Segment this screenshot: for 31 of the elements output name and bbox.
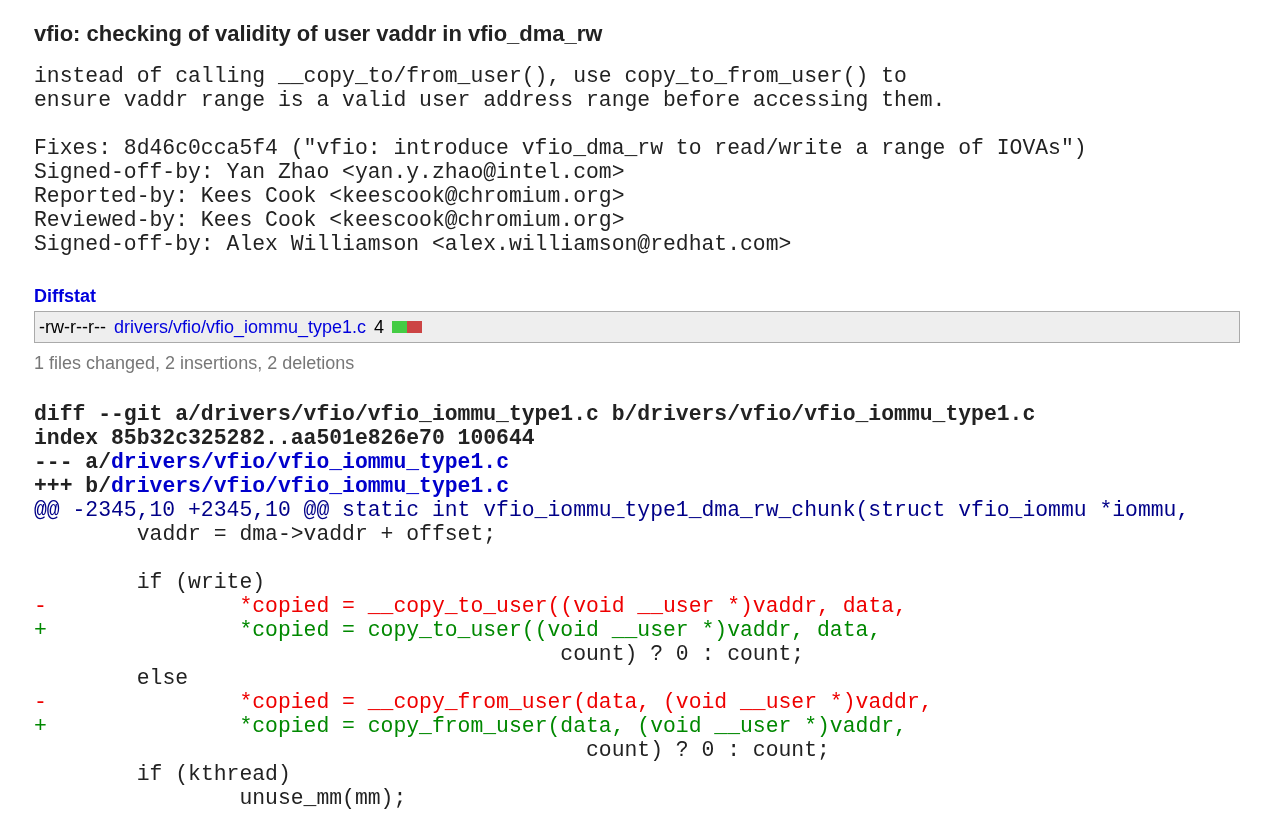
trailer-line: Fixes: 8d46c0cca5f4 ("vfio: introduce vfio_dma_rw to read/write a range of IOVAs") <box>34 136 1087 160</box>
context-line: else <box>135 666 189 690</box>
trailer-line: Reviewed-by: Kees Cook <keescook@chromium.org> <box>34 208 625 232</box>
change-count: 4 <box>374 316 385 338</box>
deleted-line: - *copied = __copy_from_user(data, (void __user *)vaddr, <box>34 690 933 714</box>
hunk-header: @@ -2345,10 +2345,10 @@ static int vfio_iommu_type1_dma_rw_chunk(struct vfio_iommu *iommu, <box>34 498 1190 522</box>
deleted-line: - *copied = __copy_to_user((void __user *)vaddr, data, <box>34 594 907 618</box>
context-line: if (write) <box>135 570 266 594</box>
context-line: vaddr = dma->vaddr + offset; <box>135 522 497 546</box>
trailer-line: Signed-off-by: Alex Williamson <alex.williamson@redhat.com> <box>34 232 792 256</box>
file-header-prefix: --- a/ <box>34 450 112 474</box>
added-line: + *copied = copy_from_user(data, (void __user *)vaddr, <box>34 714 907 738</box>
trailer-line: Signed-off-by: Yan Zhao <yan.y.zhao@intel.com> <box>34 160 625 184</box>
file-link[interactable]: drivers/vfio/vfio_iommu_type1.c <box>111 474 509 498</box>
diffstat-summary: 1 files changed, 2 insertions, 2 deletions <box>34 353 355 374</box>
file-link[interactable]: drivers/vfio/vfio_iommu_type1.c <box>113 316 367 338</box>
commit-title: vfio: checking of validity of user vaddr in vfio_dma_rw <box>34 20 604 48</box>
diff-header-line: index 85b32c325282..aa501e826e70 100644 <box>34 426 535 450</box>
trailer-line: Reported-by: Kees Cook <keescook@chromium.org> <box>34 184 625 208</box>
added-line: + *copied = copy_to_user((void __user *)vaddr, data, <box>34 618 882 642</box>
file-mode: -rw-r--r-- <box>39 316 106 338</box>
file-header-prefix: +++ b/ <box>34 474 112 498</box>
message-line: ensure vaddr range is a valid user address range before accessing them. <box>34 88 946 112</box>
file-link[interactable]: drivers/vfio/vfio_iommu_type1.c <box>111 450 509 474</box>
message-line: instead of calling __copy_to/from_user(), use copy_to_from_user() to <box>34 64 907 88</box>
context-line: count) ? 0 : count; <box>584 738 830 762</box>
context-line: count) ? 0 : count; <box>559 642 805 666</box>
diff-header-line: diff --git a/drivers/vfio/vfio_iommu_type1.c b/drivers/vfio/vfio_iommu_type1.c <box>34 402 1036 426</box>
context-line: unuse_mm(mm); <box>238 786 407 810</box>
diffstat-heading[interactable]: Diffstat <box>34 286 96 307</box>
context-line: if (kthread) <box>135 762 291 786</box>
